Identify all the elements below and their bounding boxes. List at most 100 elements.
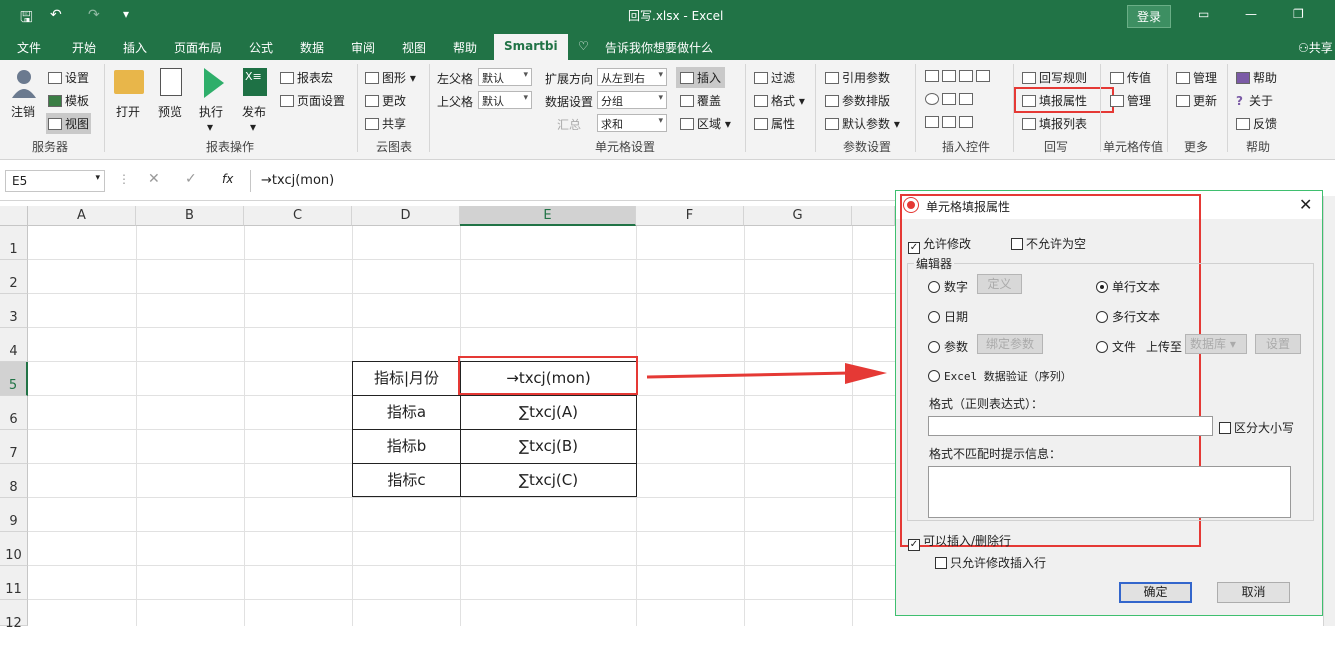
- column-header[interactable]: A: [28, 206, 136, 226]
- single-text-radio[interactable]: 单行文本: [1096, 278, 1160, 295]
- tab-home[interactable]: 开始: [72, 39, 96, 56]
- param-radio[interactable]: 参数: [928, 338, 968, 355]
- controls-row-2[interactable]: [925, 92, 976, 106]
- tell-me-search[interactable]: 告诉我你想要做什么: [605, 39, 713, 56]
- cancel-button[interactable]: 取消: [1217, 582, 1290, 603]
- customize-qat-icon[interactable]: ▾: [123, 7, 129, 21]
- table-cell[interactable]: ∑txcj(C): [460, 463, 637, 497]
- column-header[interactable]: G: [744, 206, 852, 226]
- table-cell[interactable]: 指标|月份: [352, 361, 461, 396]
- column-header[interactable]: F: [636, 206, 744, 226]
- tab-insert[interactable]: 插入: [123, 39, 147, 56]
- tab-page-layout[interactable]: 页面布局: [174, 39, 222, 56]
- column-header[interactable]: E: [460, 206, 636, 226]
- table-cell[interactable]: ∑txcj(A): [460, 395, 637, 430]
- share-chart-button[interactable]: 共享: [365, 115, 406, 132]
- view-button[interactable]: 视图: [46, 113, 92, 134]
- define-button[interactable]: 定义: [977, 274, 1022, 294]
- row-header[interactable]: 1: [0, 226, 28, 260]
- writeback-rules-button[interactable]: 回写规则: [1022, 69, 1087, 86]
- column-header[interactable]: [852, 206, 895, 226]
- table-cell[interactable]: 指标c: [352, 463, 461, 497]
- insert-button[interactable]: 插入: [676, 67, 726, 88]
- ribbon-display-icon[interactable]: ▭: [1198, 7, 1209, 21]
- tab-formulas[interactable]: 公式: [249, 39, 273, 56]
- column-header[interactable]: C: [244, 206, 352, 226]
- bind-param-button[interactable]: 绑定参数: [977, 334, 1043, 354]
- row-header[interactable]: 3: [0, 294, 28, 328]
- pass-value-button[interactable]: 传值: [1110, 69, 1151, 86]
- save-icon[interactable]: 🖫: [20, 7, 33, 32]
- ok-button[interactable]: 确定: [1119, 582, 1192, 603]
- tab-data[interactable]: 数据: [300, 39, 324, 56]
- format-button[interactable]: 格式 ▾: [754, 92, 805, 109]
- open-button[interactable]: 打开: [116, 103, 140, 120]
- row-header[interactable]: 12: [0, 600, 28, 631]
- row-header[interactable]: 7: [0, 430, 28, 464]
- file-radio[interactable]: 文件: [1096, 338, 1136, 355]
- setting-button[interactable]: 设置: [1255, 334, 1301, 354]
- share-button[interactable]: ⚇共享: [1298, 39, 1333, 56]
- tab-review[interactable]: 审阅: [351, 39, 375, 56]
- cover-button[interactable]: 覆盖: [680, 92, 721, 109]
- case-sensitive-checkbox[interactable]: 区分大小写: [1219, 419, 1294, 436]
- report-macro-button[interactable]: 报表宏: [280, 69, 333, 86]
- filter-button[interactable]: 过滤: [754, 69, 795, 86]
- row-header[interactable]: 5: [0, 362, 28, 396]
- tab-view[interactable]: 视图: [402, 39, 426, 56]
- publish-button[interactable]: 发布 ▾: [242, 103, 266, 134]
- row-header[interactable]: 8: [0, 464, 28, 498]
- row-header[interactable]: 2: [0, 260, 28, 294]
- login-button[interactable]: 登录: [1127, 5, 1172, 28]
- allow-modify-checkbox[interactable]: ✓ 允许修改: [908, 235, 971, 254]
- expand-direction-select[interactable]: 从左到右: [597, 68, 667, 86]
- function-icon[interactable]: fx: [222, 172, 233, 186]
- top-parent-select[interactable]: 默认: [478, 91, 532, 109]
- logout-button[interactable]: 注销: [11, 103, 35, 120]
- column-header[interactable]: D: [352, 206, 460, 226]
- tab-help[interactable]: 帮助: [453, 39, 477, 56]
- undo-icon[interactable]: ↶: [50, 7, 62, 23]
- table-cell[interactable]: ∑txcj(B): [460, 429, 637, 464]
- table-cell[interactable]: 指标a: [352, 395, 461, 430]
- pass-manage-button[interactable]: 管理: [1110, 92, 1151, 109]
- name-box[interactable]: E5 ▾: [5, 170, 105, 192]
- fill-list-button[interactable]: 填报列表: [1022, 115, 1087, 132]
- allow-insert-delete-checkbox[interactable]: ✓ 可以插入/删除行: [908, 532, 1011, 551]
- property-button[interactable]: 属性: [754, 115, 795, 132]
- more-manage-button[interactable]: 管理: [1176, 69, 1217, 86]
- help-button[interactable]: 帮助: [1236, 69, 1277, 86]
- settings-button[interactable]: 设置: [48, 69, 89, 86]
- mismatch-tip-textarea[interactable]: [928, 466, 1291, 518]
- row-header[interactable]: 11: [0, 566, 28, 600]
- redo-icon[interactable]: ↷: [88, 7, 100, 23]
- table-cell[interactable]: 指标b: [352, 429, 461, 464]
- column-header[interactable]: B: [136, 206, 244, 226]
- summary-select[interactable]: 求和: [597, 114, 667, 132]
- fill-props-button[interactable]: 填报属性: [1022, 92, 1087, 109]
- date-radio[interactable]: 日期: [928, 308, 968, 325]
- row-header[interactable]: 10: [0, 532, 28, 566]
- controls-row-1[interactable]: [925, 69, 993, 83]
- tab-file[interactable]: 文件: [17, 39, 41, 56]
- default-params-button[interactable]: 默认参数 ▾: [825, 115, 900, 132]
- controls-row-3[interactable]: [925, 115, 976, 129]
- change-button[interactable]: 更改: [365, 92, 406, 109]
- minimize-icon[interactable]: —: [1245, 7, 1257, 21]
- only-modify-insert-checkbox[interactable]: 只允许修改插入行: [935, 554, 1046, 571]
- chart-button[interactable]: 图形 ▾: [365, 69, 416, 86]
- preview-button[interactable]: 预览: [158, 103, 182, 120]
- database-select[interactable]: 数据库 ▾: [1185, 334, 1247, 354]
- format-regex-input[interactable]: [928, 416, 1213, 436]
- select-all-corner[interactable]: [0, 206, 28, 226]
- enter-icon[interactable]: ✓: [185, 171, 197, 187]
- feedback-button[interactable]: 反馈: [1236, 115, 1277, 132]
- row-header[interactable]: 6: [0, 396, 28, 430]
- restore-icon[interactable]: ❐: [1293, 7, 1304, 21]
- ref-params-button[interactable]: 引用参数: [825, 69, 890, 86]
- data-settings-select[interactable]: 分组: [597, 91, 667, 109]
- row-header[interactable]: 4: [0, 328, 28, 362]
- update-button[interactable]: 更新: [1176, 92, 1217, 109]
- page-setup-button[interactable]: 页面设置: [280, 92, 345, 109]
- left-parent-select[interactable]: 默认: [478, 68, 532, 86]
